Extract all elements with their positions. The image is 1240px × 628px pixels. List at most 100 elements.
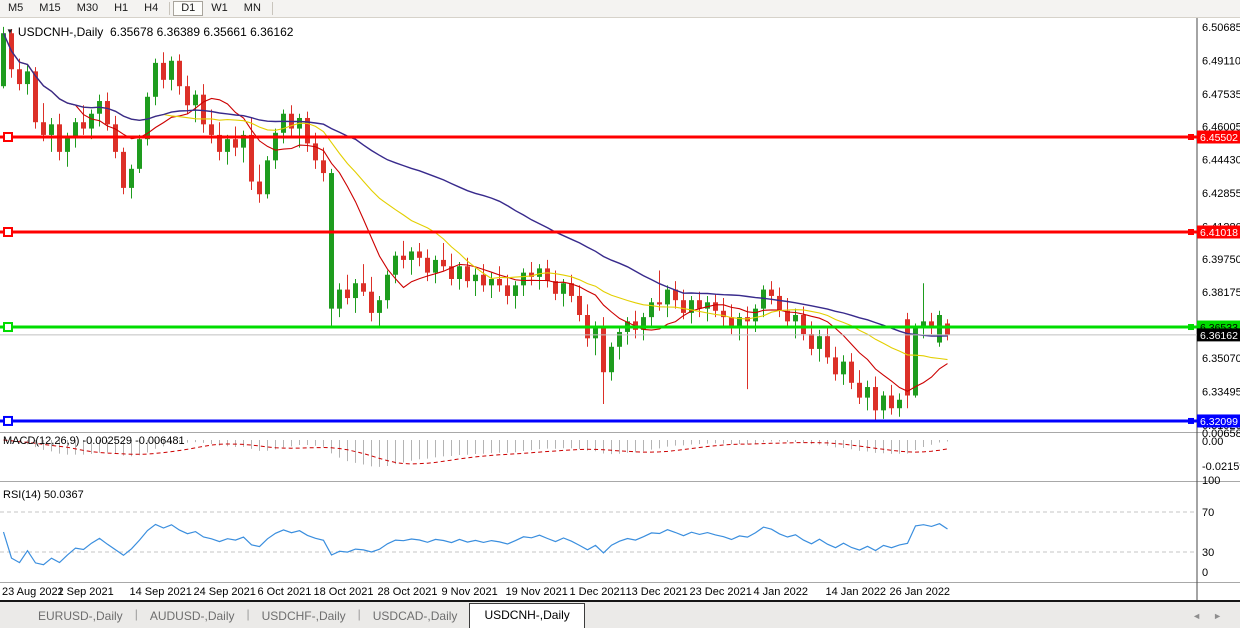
timeframe-button-h1[interactable]: H1 <box>106 1 136 16</box>
candle-body <box>681 300 686 313</box>
resistance-lower-handle[interactable] <box>4 228 12 236</box>
candle-body <box>945 323 950 334</box>
support-blue-price-label-text: 6.32099 <box>1200 416 1238 428</box>
candle-body <box>497 279 502 285</box>
price-axis-tick: 6.38175 <box>1202 287 1240 299</box>
candle-body <box>561 283 566 294</box>
candle-body <box>473 275 478 281</box>
support-green-handle[interactable] <box>4 323 12 331</box>
candle-body <box>881 396 886 411</box>
timeframe-button-m15[interactable]: M15 <box>31 1 68 16</box>
candle-body <box>369 292 374 313</box>
candle-body <box>281 114 286 133</box>
candle-body <box>313 143 318 160</box>
candle-body <box>441 260 446 266</box>
macd-axis-min: -0.02159 <box>1202 461 1240 473</box>
toolbar-separator <box>169 2 170 15</box>
date-axis-label: 28 Oct 2021 <box>378 586 438 598</box>
candle-body <box>537 268 542 276</box>
chart-area[interactable]: 6.506856.491106.475356.460056.444306.428… <box>0 18 1240 600</box>
date-axis-label: 2 Sep 2021 <box>58 586 114 598</box>
candle-body <box>185 86 190 105</box>
timeframe-button-h4[interactable]: H4 <box>136 1 166 16</box>
candle-body <box>433 260 438 273</box>
candle-body <box>465 266 470 281</box>
date-axis-label: 26 Jan 2022 <box>890 586 951 598</box>
candle-body <box>617 332 622 347</box>
chart-canvas: 6.506856.491106.475356.460056.444306.428… <box>0 18 1240 600</box>
candle-body <box>377 300 382 313</box>
support-blue-handle[interactable] <box>4 417 12 425</box>
candle-body <box>937 315 942 343</box>
candle-body <box>665 290 670 305</box>
candle-body <box>889 396 894 409</box>
candle-body <box>121 152 126 188</box>
candle-body <box>521 273 526 286</box>
tab-usdcad[interactable]: USDCAD-,Daily <box>361 605 470 628</box>
candle-body <box>41 122 46 135</box>
support-green-connector-box <box>1188 324 1194 330</box>
candle-body <box>897 400 902 408</box>
candle-body <box>569 283 574 296</box>
timeframe-button-d1[interactable]: D1 <box>173 1 203 16</box>
rsi-axis-70: 70 <box>1202 507 1214 519</box>
candle-body <box>601 326 606 373</box>
tab-scroll-arrows[interactable]: ◄► <box>1192 611 1234 621</box>
candle-body <box>905 319 910 395</box>
price-axis-tick: 6.39750 <box>1202 254 1240 266</box>
candle-body <box>793 315 798 321</box>
candle-body <box>177 61 182 86</box>
candle-body <box>649 302 654 317</box>
date-axis-label: 14 Jan 2022 <box>826 586 887 598</box>
candle-body <box>857 383 862 398</box>
candle-body <box>697 300 702 308</box>
resistance-lower-connector-box <box>1188 229 1194 235</box>
candle-body <box>137 139 142 169</box>
candle-body <box>65 137 70 152</box>
candle-body <box>873 387 878 410</box>
current-price-price-label-text: 6.36162 <box>1200 330 1238 342</box>
timeframe-button-m30[interactable]: M30 <box>69 1 106 16</box>
candle-body <box>385 275 390 300</box>
date-axis-label: 13 Dec 2021 <box>626 586 688 598</box>
rsi-axis-0: 0 <box>1202 567 1208 579</box>
price-axis-tick: 6.47535 <box>1202 89 1240 101</box>
candle-body <box>257 182 262 195</box>
price-axis-tick: 6.44430 <box>1202 155 1240 167</box>
candle-body <box>457 266 462 279</box>
candle-body <box>81 122 86 128</box>
candle-body <box>73 122 78 137</box>
candle-body <box>817 336 822 349</box>
candle-body <box>841 362 846 375</box>
candle-body <box>337 290 342 309</box>
date-axis-label: 18 Oct 2021 <box>314 586 374 598</box>
candle-body <box>265 160 270 194</box>
candle-body <box>169 61 174 80</box>
candle-body <box>49 124 54 135</box>
date-axis-label: 9 Nov 2021 <box>442 586 498 598</box>
tab-usdchf[interactable]: USDCHF-,Daily <box>250 605 358 628</box>
candle-body <box>401 256 406 260</box>
timeframe-button-m5[interactable]: M5 <box>0 1 31 16</box>
timeframe-button-mn[interactable]: MN <box>236 1 269 16</box>
date-axis-label: 23 Aug 2021 <box>2 586 64 598</box>
date-axis-label: 14 Sep 2021 <box>130 586 192 598</box>
candle-body <box>129 169 134 188</box>
date-axis-label: 4 Jan 2022 <box>754 586 808 598</box>
ma-fast-line <box>4 33 948 391</box>
ma-mid-line <box>4 33 948 359</box>
resistance-lower-price-label-text: 6.41018 <box>1200 227 1238 239</box>
tab-usdcnh[interactable]: USDCNH-,Daily <box>469 603 584 628</box>
toolbar-separator <box>272 2 273 15</box>
tab-eurusd[interactable]: EURUSD-,Daily <box>26 605 135 628</box>
date-axis-label: 6 Oct 2021 <box>258 586 312 598</box>
candle-body <box>329 173 334 309</box>
timeframe-button-w1[interactable]: W1 <box>203 1 236 16</box>
candle-body <box>393 256 398 275</box>
resistance-upper-handle[interactable] <box>4 133 12 141</box>
candle-body <box>89 114 94 129</box>
tab-audusd[interactable]: AUDUSD-,Daily <box>138 605 247 628</box>
candle-body <box>657 302 662 304</box>
candle-body <box>353 283 358 298</box>
rsi-axis-100: 100 <box>1202 475 1220 487</box>
